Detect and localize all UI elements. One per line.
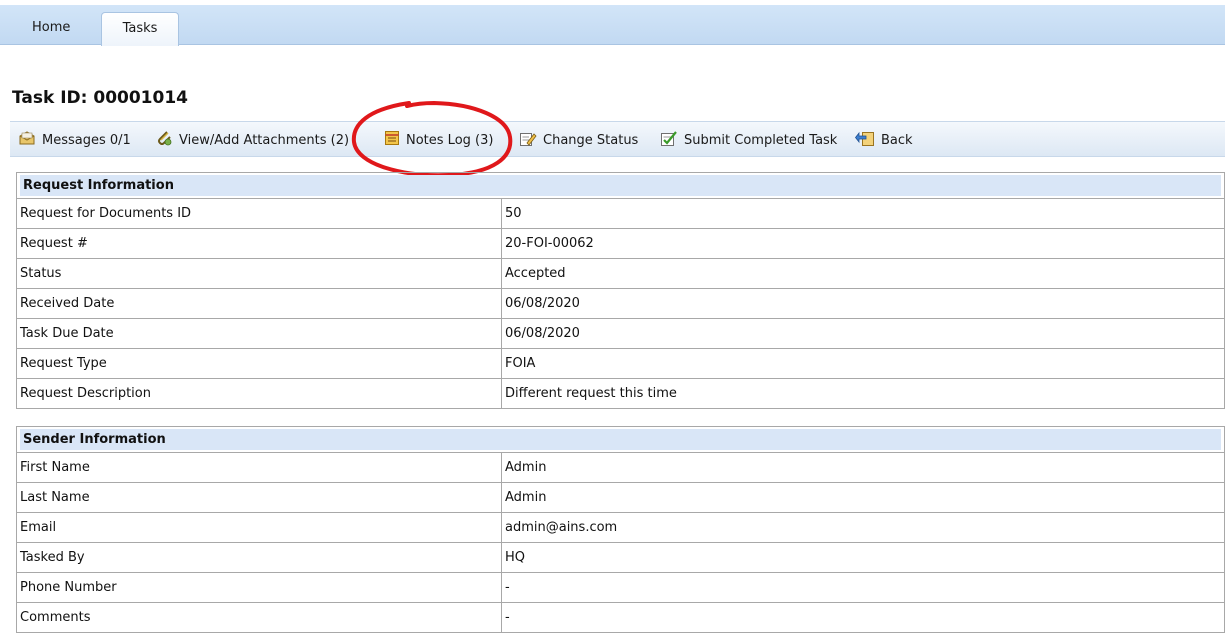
attachments-label: View/Add Attachments (2) <box>179 132 350 148</box>
table-row: First Name Admin <box>16 452 1225 483</box>
sender-information-table: Sender Information First Name Admin Last… <box>16 426 1225 633</box>
table-row: Tasked By HQ <box>16 542 1225 573</box>
table-row: Request for Documents ID 50 <box>16 198 1225 229</box>
field-value: Admin <box>501 482 1225 513</box>
back-button[interactable]: Back <box>854 122 913 158</box>
submit-completed-task-button[interactable]: Submit Completed Task <box>660 122 837 158</box>
view-add-attachments-button[interactable]: View/Add Attachments (2) <box>155 122 349 158</box>
notes-log-label: Notes Log (3) <box>406 132 494 148</box>
field-value: - <box>501 602 1225 633</box>
change-status-button[interactable]: Change Status <box>519 122 638 158</box>
field-value: 50 <box>501 198 1225 229</box>
messages-label: Messages 0/1 <box>42 132 131 148</box>
table-row: Email admin@ains.com <box>16 512 1225 543</box>
field-value: HQ <box>501 542 1225 573</box>
table-row: Status Accepted <box>16 258 1225 289</box>
field-label: Last Name <box>16 482 502 513</box>
request-information-heading: Request Information <box>20 175 1221 196</box>
field-label: Request Description <box>16 378 502 409</box>
request-info-header-row: Request Information <box>16 172 1225 199</box>
table-row: Phone Number - <box>16 572 1225 603</box>
submit-task-icon <box>660 130 678 151</box>
table-row: Request Description Different request th… <box>16 378 1225 409</box>
request-information-table: Request Information Request for Document… <box>16 172 1225 409</box>
tab-tasks[interactable]: Tasks <box>101 12 179 46</box>
field-value: Accepted <box>501 258 1225 289</box>
tab-bar: Home Tasks <box>0 5 1225 46</box>
field-label: Request for Documents ID <box>16 198 502 229</box>
table-row: Task Due Date 06/08/2020 <box>16 318 1225 349</box>
field-label: Status <box>16 258 502 289</box>
change-status-label: Change Status <box>543 132 639 148</box>
field-label: Request # <box>16 228 502 259</box>
submit-label: Submit Completed Task <box>684 132 838 148</box>
field-value: 20-FOI-00062 <box>501 228 1225 259</box>
attachment-icon <box>155 129 173 151</box>
back-label: Back <box>881 132 913 148</box>
field-label: First Name <box>16 452 502 483</box>
field-label: Request Type <box>16 348 502 379</box>
table-row: Request Type FOIA <box>16 348 1225 379</box>
field-value: 06/08/2020 <box>501 318 1225 349</box>
field-value: Admin <box>501 452 1225 483</box>
field-label: Tasked By <box>16 542 502 573</box>
messages-icon <box>18 130 36 150</box>
notes-log-icon <box>384 130 400 150</box>
sender-info-header-row: Sender Information <box>16 426 1225 453</box>
field-label: Comments <box>16 602 502 633</box>
field-label: Phone Number <box>16 572 502 603</box>
change-status-icon <box>519 130 537 151</box>
field-value: 06/08/2020 <box>501 288 1225 319</box>
notes-log-button[interactable]: Notes Log (3) <box>384 122 493 158</box>
field-value: Different request this time <box>501 378 1225 409</box>
sender-information-heading: Sender Information <box>20 429 1221 450</box>
back-icon <box>854 130 875 151</box>
field-label: Received Date <box>16 288 502 319</box>
tab-home[interactable]: Home <box>19 12 83 45</box>
field-value: admin@ains.com <box>501 512 1225 543</box>
field-value: FOIA <box>501 348 1225 379</box>
table-row: Request # 20-FOI-00062 <box>16 228 1225 259</box>
field-label: Email <box>16 512 502 543</box>
table-row: Received Date 06/08/2020 <box>16 288 1225 319</box>
table-row: Comments - <box>16 602 1225 633</box>
messages-button[interactable]: Messages 0/1 <box>18 122 131 158</box>
field-value: - <box>501 572 1225 603</box>
table-row: Last Name Admin <box>16 482 1225 513</box>
task-toolbar: Messages 0/1 View/Add Attachments (2) No… <box>10 121 1225 157</box>
page-title: Task ID: 00001014 <box>12 88 189 108</box>
field-label: Task Due Date <box>16 318 502 349</box>
